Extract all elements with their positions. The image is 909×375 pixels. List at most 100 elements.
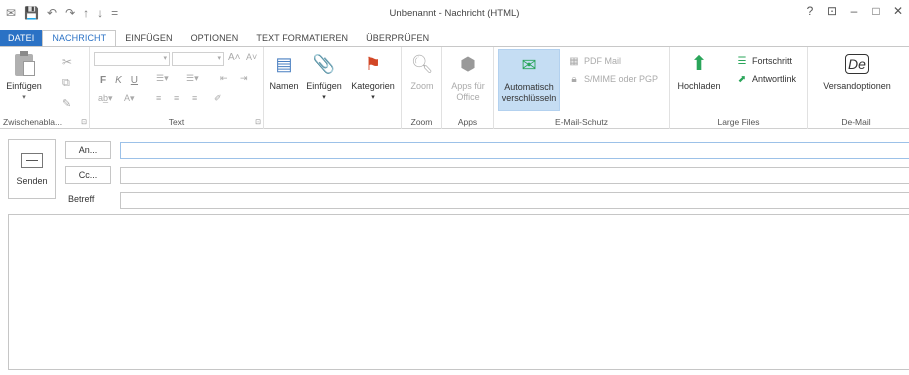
tab-file[interactable]: DATEI	[0, 30, 43, 47]
to-field[interactable]	[120, 142, 909, 159]
reply-link-label: Antwortlink	[752, 74, 797, 84]
zoom-button[interactable]: 🔍︎ Zoom	[404, 51, 440, 92]
ribbon: Einfügen ▾ ✂ ⧉ ✎ Zwischenabla... ⊡ ▾ ▾ A…	[0, 47, 909, 129]
message-body[interactable]	[8, 214, 909, 370]
bullet-list-icon[interactable]: ☰▾	[156, 73, 169, 84]
group-label-email-protection: E-Mail-Schutz	[555, 117, 608, 127]
numbered-list-icon[interactable]: ☰▾	[186, 73, 199, 84]
group-demail: De Versandoptionen De-Mail	[808, 47, 904, 129]
increase-indent-icon[interactable]: ⇥	[240, 73, 248, 84]
cc-field[interactable]	[120, 167, 909, 184]
apps-for-office-button[interactable]: ⬢ Apps für Office	[444, 51, 492, 103]
send-envelope-icon	[21, 152, 43, 168]
title-bar: ✉ 💾 ↶ ↷ ↑ ↓ = Unbenannt - Nachricht (HTM…	[0, 0, 909, 28]
dialog-launcher-icon[interactable]: ⊡	[81, 118, 87, 126]
address-book-icon: ▤	[275, 53, 293, 74]
tab-format-text[interactable]: TEXT FORMATIEREN	[247, 30, 357, 47]
italic-button[interactable]: K	[115, 75, 122, 86]
group-label-large-files: Large Files	[717, 117, 760, 127]
paste-icon	[13, 51, 35, 77]
progress-label: Fortschritt	[752, 56, 793, 66]
close-icon[interactable]: ✕	[887, 4, 909, 18]
group-email-protection: ✉ Automatisch verschlüsseln ▦ PDF Mail 🔒…	[494, 47, 670, 129]
smime-pgp-button[interactable]: 🔒︎ S/MIME oder PGP	[568, 73, 658, 85]
window-title: Unbenannt - Nachricht (HTML)	[389, 8, 520, 19]
chevron-down-icon: ▾	[22, 94, 26, 101]
group-label-demail: De-Mail	[841, 117, 871, 127]
paste-button[interactable]: Einfügen ▾	[2, 51, 46, 103]
align-center-icon[interactable]: ≡	[174, 93, 179, 103]
align-right-icon[interactable]: ≡	[192, 93, 197, 103]
send-button[interactable]: Senden	[8, 139, 56, 199]
grow-font-icon[interactable]: A˄	[228, 52, 241, 63]
link-icon: ⬈	[737, 73, 747, 85]
pdf-mail-button[interactable]: ▦ PDF Mail	[568, 55, 621, 67]
apps-label: Apps für Office	[451, 81, 485, 102]
clear-formatting-icon[interactable]: ✐	[214, 93, 222, 104]
tab-message[interactable]: NACHRICHT	[42, 30, 117, 47]
ribbon-display-options-icon[interactable]: ⊡	[821, 4, 843, 18]
names-button[interactable]: ▤ Namen	[266, 51, 302, 92]
font-style-buttons: F K U	[100, 75, 138, 86]
highlight-color-icon[interactable]: ab̲▾	[98, 93, 113, 104]
group-clipboard: Einfügen ▾ ✂ ⧉ ✎ Zwischenabla... ⊡	[0, 47, 90, 129]
auto-encrypt-button[interactable]: ✉ Automatisch verschlüsseln	[498, 49, 560, 111]
progress-button[interactable]: ☰ Fortschritt	[736, 55, 793, 67]
cc-button[interactable]: Cc...	[65, 166, 111, 184]
group-apps: ⬢ Apps für Office Apps	[442, 47, 494, 129]
font-size-combo[interactable]: ▾	[172, 52, 224, 66]
encrypted-mail-icon: ✉	[521, 54, 537, 75]
store-icon: ⬢	[460, 53, 476, 74]
progress-icon: ☰	[737, 55, 747, 67]
group-text: ▾ ▾ A˄ A˅ F K U ☰▾ ☰▾ ⇤ ⇥ ab̲▾ A▾ ≡ ≡ ≡ …	[90, 47, 264, 129]
cut-icon[interactable]: ✂	[62, 55, 72, 69]
smime-label: S/MIME oder PGP	[584, 74, 659, 84]
upload-arrow-icon: ⬆	[690, 52, 708, 75]
maximize-icon[interactable]: □	[865, 4, 887, 18]
shrink-font-icon[interactable]: A˅	[246, 52, 257, 62]
lock-icon: 🔒︎	[571, 73, 577, 85]
align-left-icon[interactable]: ≡	[156, 93, 161, 103]
dialog-launcher-icon[interactable]: ⊡	[255, 118, 261, 126]
subject-field[interactable]	[120, 192, 909, 209]
help-icon[interactable]: ?	[799, 4, 821, 18]
demail-logo-icon: De	[844, 51, 870, 77]
pdf-icon: ▦	[569, 55, 579, 67]
categories-button[interactable]: ⚑ Kategorien ▾	[346, 51, 400, 103]
underline-button[interactable]: U	[131, 75, 138, 86]
upload-button[interactable]: ⬆ Hochladen	[674, 51, 724, 92]
zoom-label: Zoom	[410, 81, 434, 91]
reply-link-button[interactable]: ⬈ Antwortlink	[736, 73, 796, 85]
tab-review[interactable]: ÜBERPRÜFEN	[357, 30, 438, 47]
paste-label: Einfügen	[6, 81, 42, 91]
group-label-apps: Apps	[457, 117, 478, 127]
ribbon-tabs: DATEI NACHRICHT EINFÜGEN OPTIONEN TEXT F…	[0, 30, 909, 47]
font-color-icon[interactable]: A▾	[124, 93, 135, 104]
copy-icon[interactable]: ⧉	[62, 77, 70, 90]
paperclip-icon: 📎	[312, 53, 336, 74]
bold-button[interactable]: F	[100, 75, 106, 86]
categories-label: Kategorien	[351, 81, 395, 91]
group-zoom: 🔍︎ Zoom Zoom	[402, 47, 442, 129]
pdf-mail-label: PDF Mail	[584, 56, 622, 66]
insert-label: Einfügen	[306, 81, 342, 91]
magnifier-icon: 🔍︎	[410, 53, 434, 74]
font-family-combo[interactable]: ▾	[94, 52, 170, 66]
tab-options[interactable]: OPTIONEN	[182, 30, 248, 47]
to-button[interactable]: An...	[65, 141, 111, 159]
chevron-down-icon: ▾	[371, 94, 375, 101]
chevron-down-icon: ▾	[322, 94, 326, 101]
window-controls: ? ⊡ – □ ✕	[799, 4, 909, 18]
group-label-zoom: Zoom	[410, 117, 433, 127]
send-options-button[interactable]: De Versandoptionen	[814, 51, 900, 92]
tab-insert[interactable]: EINFÜGEN	[116, 30, 181, 47]
format-painter-icon[interactable]: ✎	[62, 97, 71, 110]
group-large-files: ⬆ Hochladen ☰ Fortschritt ⬈ Antwortlink …	[670, 47, 808, 129]
group-names: ▤ Namen 📎 Einfügen ▾ ⚑ Kategorien ▾	[264, 47, 402, 129]
decrease-indent-icon[interactable]: ⇤	[220, 73, 228, 84]
subject-label: Betreff	[68, 194, 95, 204]
send-label: Senden	[16, 175, 48, 186]
group-label-clipboard: Zwischenabla...	[3, 117, 63, 127]
insert-attach-button[interactable]: 📎 Einfügen ▾	[304, 51, 344, 103]
minimize-icon[interactable]: –	[843, 4, 865, 18]
